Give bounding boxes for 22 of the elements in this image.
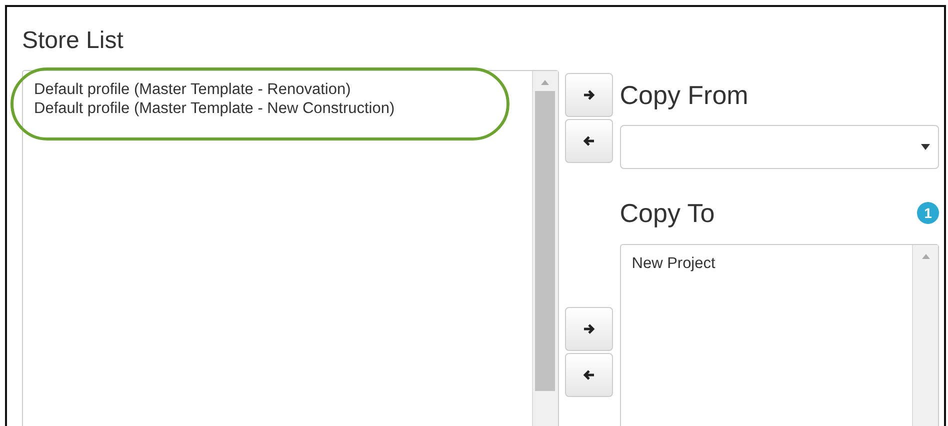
move-right-button[interactable] (564, 307, 613, 351)
right-arrow-icon (582, 323, 595, 335)
list-item[interactable]: New Project (632, 254, 901, 273)
move-left-button[interactable] (564, 119, 613, 163)
right-arrow-icon (582, 89, 595, 101)
left-arrow-icon (582, 369, 595, 381)
dropdown-caret-icon (921, 144, 930, 150)
scroll-up-icon[interactable] (540, 79, 550, 85)
move-left-button[interactable] (564, 353, 613, 397)
copy-to-list[interactable]: New Project (620, 244, 939, 426)
list-item[interactable]: Default profile (Master Template - Renovation) (34, 80, 521, 99)
list-item[interactable]: Default profile (Master Template - New Construction) (34, 99, 521, 118)
move-right-button[interactable] (564, 73, 613, 117)
store-list-title: Store List (22, 27, 124, 55)
count-badge: 1 (917, 202, 939, 224)
scrollbar[interactable] (532, 71, 558, 426)
copy-to-label: Copy To (620, 198, 715, 228)
copy-from-select[interactable] (620, 125, 939, 169)
left-arrow-icon (582, 135, 595, 147)
copy-from-label: Copy From (620, 80, 750, 110)
scroll-up-icon[interactable] (920, 253, 930, 259)
scrollbar[interactable] (912, 245, 938, 426)
